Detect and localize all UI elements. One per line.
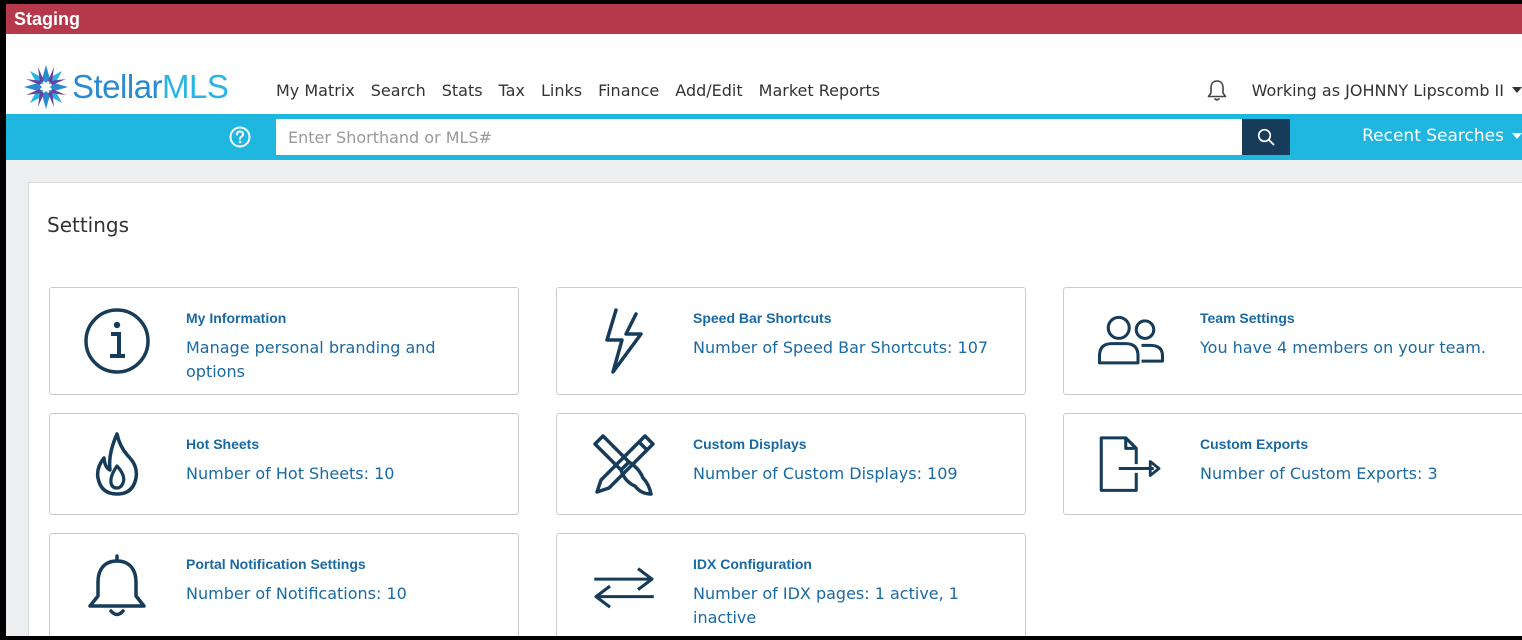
card-custom-exports[interactable]: Custom Exports Number of Custom Exports:…: [1063, 413, 1522, 515]
environment-banner: Staging: [6, 4, 1522, 34]
menu-add-edit[interactable]: Add/Edit: [667, 78, 750, 104]
card-description: Number of Speed Bar Shortcuts: 107: [693, 338, 989, 357]
card-description: Number of Hot Sheets: 10: [186, 464, 395, 483]
card-description: Manage personal branding and options: [186, 338, 436, 381]
card-my-information[interactable]: My Information Manage personal branding …: [49, 287, 519, 395]
flame-icon: [78, 426, 156, 504]
menu-tax[interactable]: Tax: [491, 78, 533, 104]
menu-my-matrix[interactable]: My Matrix: [268, 78, 363, 104]
brand-name-part1: Stellar: [72, 68, 163, 105]
menu-finance[interactable]: Finance: [590, 78, 667, 104]
brand-name: StellarMLS: [72, 68, 229, 106]
starburst-icon: [24, 65, 68, 109]
app-window: Staging StellarMLS My Matrix Search Stat…: [6, 4, 1522, 636]
card-title[interactable]: My Information: [186, 310, 286, 326]
card-description: Number of Custom Displays: 109: [693, 464, 958, 483]
card-title[interactable]: Custom Exports: [1200, 436, 1308, 452]
stellar-mls-logo[interactable]: StellarMLS: [22, 65, 229, 109]
chevron-down-icon[interactable]: [1512, 87, 1522, 93]
card-description: You have 4 members on your team.: [1200, 338, 1486, 357]
card-description: Number of Custom Exports: 3: [1200, 464, 1438, 483]
search-button[interactable]: [1242, 119, 1290, 155]
menu-links[interactable]: Links: [533, 78, 590, 104]
search-input[interactable]: [276, 119, 1242, 155]
settings-panel: Settings My Information Manage personal …: [28, 182, 1522, 636]
user-menu[interactable]: Working as JOHNNY Lipscomb II: [1252, 81, 1504, 100]
chevron-down-icon: [1512, 133, 1522, 139]
pencil-brush-icon: [585, 426, 663, 504]
notifications-bell-icon[interactable]: [1206, 78, 1228, 102]
team-icon: [1092, 302, 1170, 380]
main-menu: My Matrix Search Stats Tax Links Finance…: [268, 78, 888, 104]
export-icon: [1092, 426, 1170, 504]
brand-name-part2: MLS: [162, 68, 229, 105]
page-title: Settings: [47, 213, 130, 237]
card-title[interactable]: Team Settings: [1200, 310, 1295, 326]
swap-arrows-icon: [585, 548, 663, 626]
card-title[interactable]: Speed Bar Shortcuts: [693, 310, 831, 326]
menu-search[interactable]: Search: [363, 78, 434, 104]
search-bar: Recent Searches: [6, 114, 1522, 160]
menu-stats[interactable]: Stats: [434, 78, 491, 104]
card-title[interactable]: Portal Notification Settings: [186, 556, 366, 572]
card-custom-displays[interactable]: Custom Displays Number of Custom Display…: [556, 413, 1026, 515]
card-hot-sheets[interactable]: Hot Sheets Number of Hot Sheets: 10: [49, 413, 519, 515]
recent-searches-dropdown[interactable]: Recent Searches: [1362, 126, 1522, 146]
search-icon: [1257, 128, 1275, 146]
card-title[interactable]: Hot Sheets: [186, 436, 259, 452]
menu-market-reports[interactable]: Market Reports: [751, 78, 888, 104]
content-area: Settings My Information Manage personal …: [6, 160, 1522, 636]
card-team-settings[interactable]: Team Settings You have 4 members on your…: [1063, 287, 1522, 395]
card-description: Number of IDX pages: 1 active, 1 inactiv…: [693, 584, 959, 627]
bell-icon: [78, 548, 156, 626]
recent-searches-label: Recent Searches: [1362, 126, 1504, 146]
card-title[interactable]: IDX Configuration: [693, 556, 812, 572]
card-portal-notification-settings[interactable]: Portal Notification Settings Number of N…: [49, 533, 519, 636]
card-description: Number of Notifications: 10: [186, 584, 407, 603]
card-idx-configuration[interactable]: IDX Configuration Number of IDX pages: 1…: [556, 533, 1026, 636]
card-speed-bar-shortcuts[interactable]: Speed Bar Shortcuts Number of Speed Bar …: [556, 287, 1026, 395]
lightning-icon: [585, 302, 663, 380]
help-icon[interactable]: [229, 126, 251, 148]
card-title[interactable]: Custom Displays: [693, 436, 807, 452]
info-icon: [78, 302, 156, 380]
user-area: Working as JOHNNY Lipscomb II: [1206, 78, 1522, 102]
